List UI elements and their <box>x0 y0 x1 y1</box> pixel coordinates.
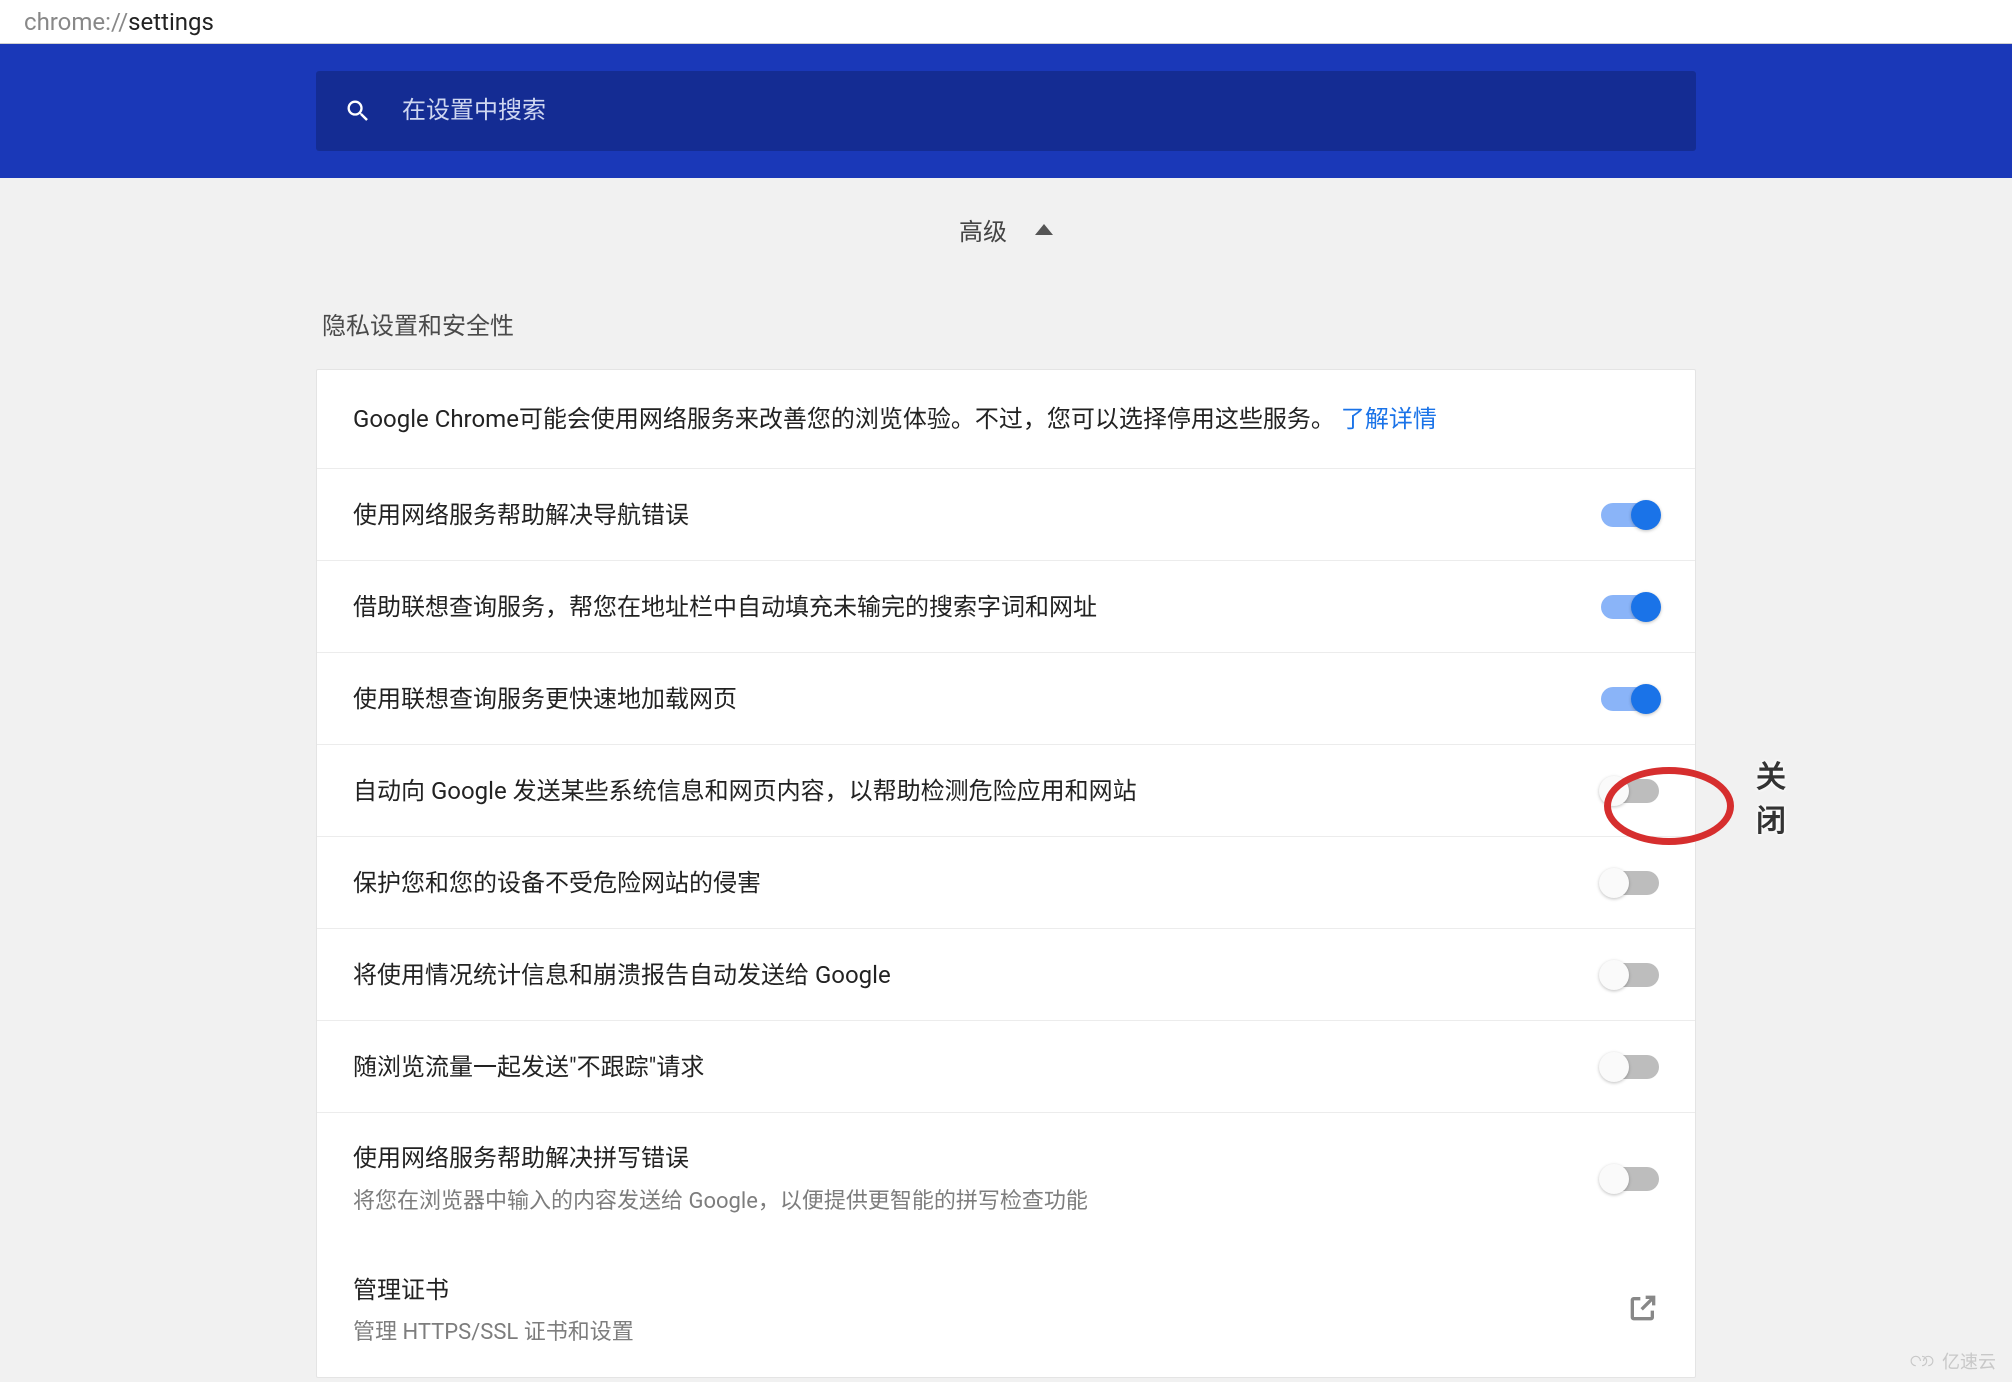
setting-title: 借助联想查询服务，帮您在地址栏中自动填充未输完的搜索字词和网址 <box>353 588 1601 626</box>
setting-title: 随浏览流量一起发送"不跟踪"请求 <box>353 1048 1601 1086</box>
setting-row-3[interactable]: 自动向 Google 发送某些系统信息和网页内容，以帮助检测危险应用和网站 <box>317 745 1695 837</box>
setting-row-6[interactable]: 随浏览流量一起发送"不跟踪"请求 <box>317 1021 1695 1113</box>
cert-subtitle: 管理 HTTPS/SSL 证书和设置 <box>353 1315 1627 1350</box>
toggle-switch[interactable] <box>1601 871 1659 895</box>
external-link-icon <box>1627 1292 1659 1330</box>
privacy-card: Google Chrome可能会使用网络服务来改善您的浏览体验。不过，您可以选择… <box>316 369 1696 1378</box>
setting-title: 使用网络服务帮助解决导航错误 <box>353 496 1601 534</box>
setting-row-1[interactable]: 借助联想查询服务，帮您在地址栏中自动填充未输完的搜索字词和网址 <box>317 561 1695 653</box>
advanced-toggle[interactable]: 高级 <box>959 204 1053 254</box>
section-title-privacy: 隐私设置和安全性 <box>322 306 1696 341</box>
search-container[interactable] <box>316 71 1696 151</box>
settings-header <box>0 44 2012 178</box>
setting-title: 将使用情况统计信息和崩溃报告自动发送给 Google <box>353 956 1601 994</box>
toggle-switch[interactable] <box>1601 595 1659 619</box>
toggle-switch[interactable] <box>1601 503 1659 527</box>
manage-certificates-row[interactable]: 管理证书 管理 HTTPS/SSL 证书和设置 <box>317 1245 1695 1377</box>
intro-row: Google Chrome可能会使用网络服务来改善您的浏览体验。不过，您可以选择… <box>317 370 1695 469</box>
toggle-switch[interactable] <box>1601 963 1659 987</box>
toggle-switch[interactable] <box>1601 687 1659 711</box>
cert-title: 管理证书 <box>353 1271 1627 1309</box>
url-path: settings <box>128 8 214 36</box>
setting-title: 自动向 Google 发送某些系统信息和网页内容，以帮助检测危险应用和网站 <box>353 772 1601 810</box>
annotation-label: 关闭 <box>1756 752 1786 840</box>
toggle-switch[interactable] <box>1601 1055 1659 1079</box>
url-scheme: chrome:// <box>24 8 128 36</box>
setting-title: 使用联想查询服务更快速地加载网页 <box>353 680 1601 718</box>
intro-text: Google Chrome可能会使用网络服务来改善您的浏览体验。不过，您可以选择… <box>353 405 1335 433</box>
chevron-up-icon <box>1035 224 1053 235</box>
setting-title: 保护您和您的设备不受危险网站的侵害 <box>353 864 1601 902</box>
search-input[interactable] <box>402 97 1668 125</box>
setting-row-5[interactable]: 将使用情况统计信息和崩溃报告自动发送给 Google <box>317 929 1695 1021</box>
toggle-switch[interactable] <box>1601 1167 1659 1191</box>
content-area: 高级 隐私设置和安全性 Google Chrome可能会使用网络服务来改善您的浏… <box>0 178 2012 1378</box>
setting-subtitle: 将您在浏览器中输入的内容发送给 Google，以便提供更智能的拼写检查功能 <box>353 1184 1601 1219</box>
setting-row-0[interactable]: 使用网络服务帮助解决导航错误 <box>317 469 1695 561</box>
watermark-text: 亿速云 <box>1942 1348 1996 1374</box>
address-bar[interactable]: chrome://settings <box>0 0 2012 44</box>
setting-row-7[interactable]: 使用网络服务帮助解决拼写错误将您在浏览器中输入的内容发送给 Google，以便提… <box>317 1113 1695 1245</box>
setting-row-4[interactable]: 保护您和您的设备不受危险网站的侵害 <box>317 837 1695 929</box>
advanced-label: 高级 <box>959 212 1007 247</box>
watermark: 亿速云 <box>1908 1348 1996 1374</box>
search-icon <box>344 97 372 125</box>
setting-row-2[interactable]: 使用联想查询服务更快速地加载网页 <box>317 653 1695 745</box>
setting-title: 使用网络服务帮助解决拼写错误 <box>353 1139 1601 1177</box>
learn-more-link[interactable]: 了解详情 <box>1341 405 1437 433</box>
toggle-switch[interactable] <box>1601 779 1659 803</box>
